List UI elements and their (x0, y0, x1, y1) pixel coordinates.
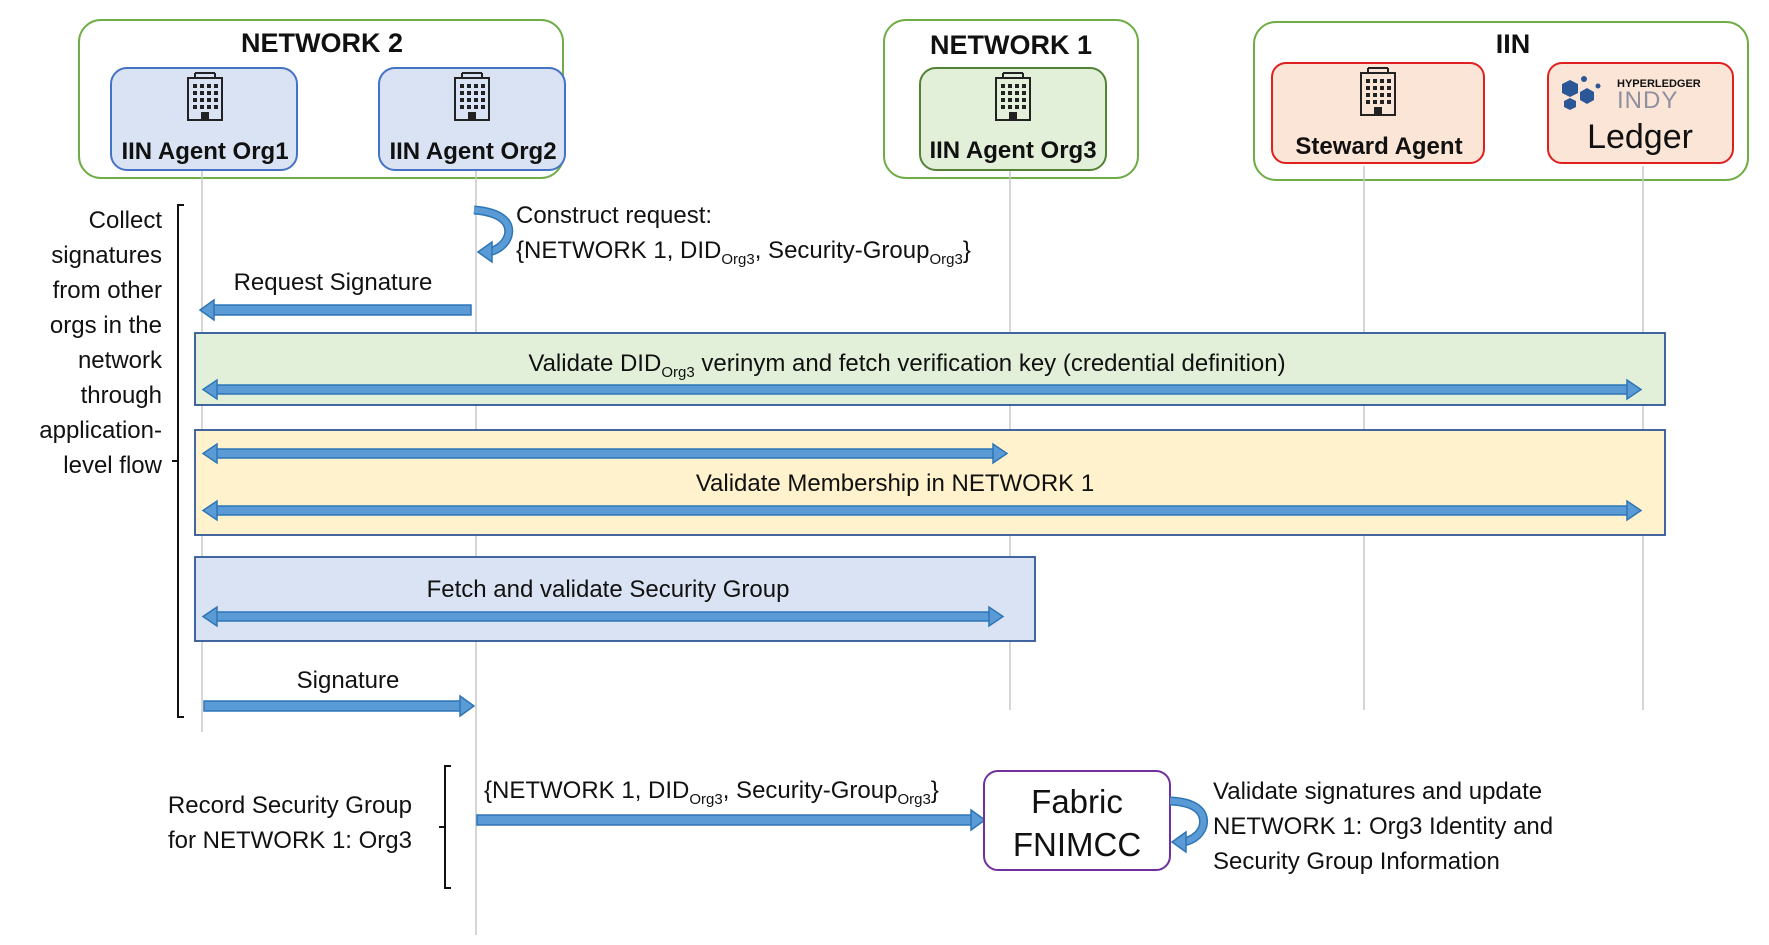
validate-did-label: Validate DIDOrg3 verinym and fetch verif… (528, 350, 1285, 381)
org3-label: IIN Agent Org3 (929, 137, 1096, 164)
final-note-line: NETWORK 1: Org3 Identity and (1213, 813, 1553, 840)
signature-arrow (203, 694, 476, 718)
validate-membership-label: Validate Membership in NETWORK 1 (696, 470, 1094, 497)
participant-steward: Steward Agent (1271, 62, 1485, 164)
ledger-label: Ledger (1587, 118, 1693, 156)
collect-note-line: level flow (63, 452, 162, 479)
fnimcc-line2: FNIMCC (1013, 826, 1141, 863)
participant-org2: IIN Agent Org2 (378, 67, 566, 171)
collect-note-line: network (78, 347, 163, 374)
sequence-diagram: NETWORK 2 NETWORK 1 IIN IIN Agent Org1 I… (39, 19, 1749, 935)
fnimcc-box: Fabric FNIMCC (983, 770, 1171, 871)
record-bracket (444, 765, 451, 889)
collect-note: Collect signatures from other orgs in th… (39, 207, 163, 479)
signature-label: Signature (297, 667, 400, 694)
participant-org3: IIN Agent Org3 (919, 67, 1107, 171)
request-signature-arrow (198, 298, 472, 322)
collect-note-line: through (81, 382, 162, 409)
final-note-line: Validate signatures and update (1213, 778, 1542, 805)
network1-title: NETWORK 1 (930, 30, 1092, 60)
collect-note-line: from other (53, 277, 162, 304)
org1-label: IIN Agent Org1 (121, 138, 288, 165)
final-note: Validate signatures and update NETWORK 1… (1213, 778, 1553, 875)
record-arrow (476, 808, 987, 832)
fetch-security-group-label: Fetch and validate Security Group (427, 576, 790, 603)
participant-org1: IIN Agent Org1 (110, 67, 298, 171)
participant-ledger: HYPERLEDGER INDY Ledger (1547, 62, 1734, 164)
final-note-line: Security Group Information (1213, 848, 1500, 875)
network2-title: NETWORK 2 (241, 28, 403, 58)
fnimcc-line1: Fabric (1031, 783, 1123, 820)
construct-line2: {NETWORK 1, DIDOrg3, Security-GroupOrg3} (516, 237, 971, 268)
iin-title: IIN (1496, 29, 1531, 59)
org2-label: IIN Agent Org2 (389, 138, 556, 165)
steward-label: Steward Agent (1295, 133, 1462, 160)
record-message-label: {NETWORK 1, DIDOrg3, Security-GroupOrg3} (484, 777, 939, 808)
collect-note-line: Collect (89, 207, 163, 234)
record-note: Record Security Group for NETWORK 1: Org… (168, 792, 412, 854)
request-signature-label: Request Signature (234, 269, 433, 296)
collect-note-line: orgs in the (50, 312, 162, 339)
record-note-line: for NETWORK 1: Org3 (168, 827, 412, 854)
ledger-logo-bottom: INDY (1617, 87, 1678, 114)
collect-note-line: signatures (51, 242, 162, 269)
construct-line1: Construct request: (516, 202, 712, 229)
collect-bracket (177, 204, 184, 718)
record-note-line: Record Security Group (168, 792, 412, 819)
collect-note-line: application- (39, 417, 162, 444)
